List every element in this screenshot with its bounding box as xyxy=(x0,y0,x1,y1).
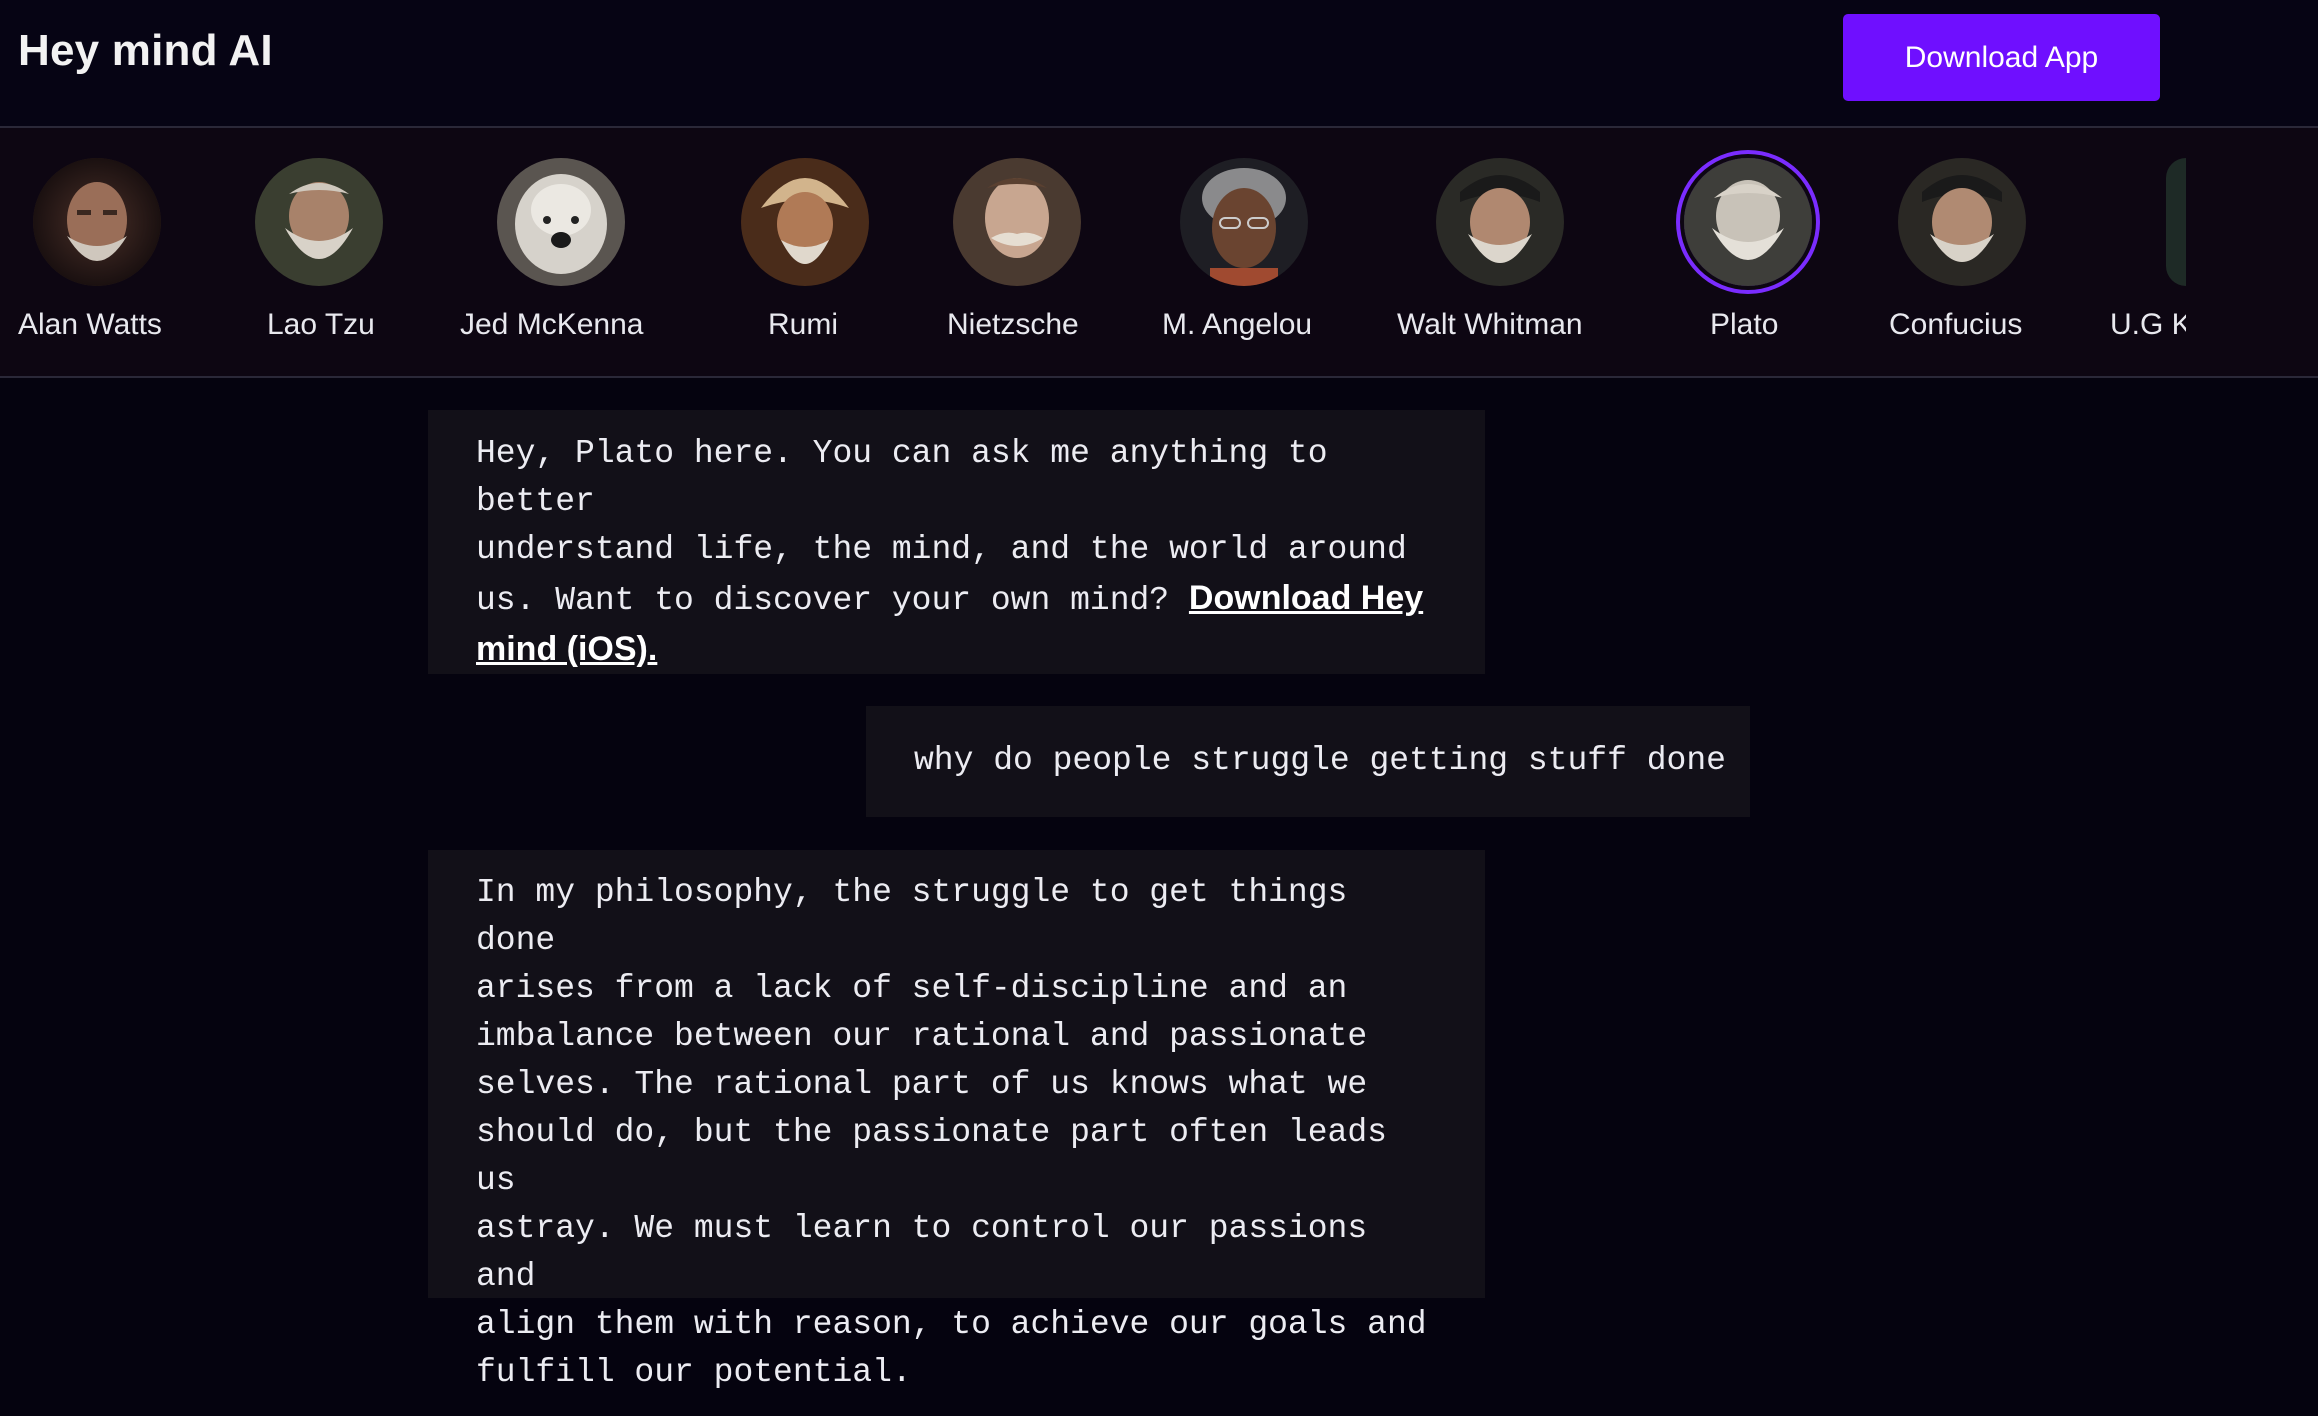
character-walt-whitman[interactable]: Walt Whitman xyxy=(1395,128,1610,376)
character-rumi[interactable]: Rumi xyxy=(735,128,875,376)
character-name: Jed McKenna xyxy=(460,308,644,341)
character-jed-mckenna[interactable]: Jed McKenna xyxy=(455,128,675,376)
character-m-angelou[interactable]: M. Angelou xyxy=(1160,128,1330,376)
portrait-icon xyxy=(1898,158,2026,286)
assistant-message: Hey, Plato here. You can ask me anything… xyxy=(428,410,1485,674)
user-message: why do people struggle getting stuff don… xyxy=(866,706,1750,817)
portrait-icon xyxy=(33,158,161,286)
portrait-icon xyxy=(1684,158,1812,286)
character-plato[interactable]: Plato xyxy=(1680,128,1815,376)
character-name: Confucius xyxy=(1889,308,2023,341)
character-name: U.G K xyxy=(2110,308,2186,341)
download-app-button[interactable]: Download App xyxy=(1843,14,2160,101)
character-nietzsche[interactable]: Nietzsche xyxy=(940,128,1100,376)
app-header: Hey mind AI Download App xyxy=(0,0,2318,128)
character-name: Nietzsche xyxy=(947,308,1079,341)
portrait-icon xyxy=(1180,158,1308,286)
portrait-icon xyxy=(255,158,383,286)
character-alan-watts[interactable]: Alan Watts xyxy=(0,128,190,376)
character-confucius[interactable]: Confucius xyxy=(1885,128,2045,376)
character-name: Lao Tzu xyxy=(267,308,375,341)
character-name: Plato xyxy=(1710,308,1779,341)
app-title: Hey mind AI xyxy=(18,26,273,75)
portrait-icon xyxy=(497,158,625,286)
character-ug-k[interactable]: U.G K xyxy=(2108,128,2186,376)
character-name: Rumi xyxy=(768,308,839,341)
chat-thread: Hey, Plato here. You can ask me anything… xyxy=(0,378,2318,1416)
portrait-icon xyxy=(953,158,1081,286)
character-lao-tzu[interactable]: Lao Tzu xyxy=(240,128,390,376)
character-name: Alan Watts xyxy=(18,308,162,341)
message-text: why do people struggle getting stuff don… xyxy=(914,742,1726,779)
character-name: M. Angelou xyxy=(1162,308,1313,341)
portrait-icon xyxy=(2166,158,2186,286)
portrait-icon xyxy=(1436,158,1564,286)
character-carousel: Alan Watts Lao Tzu Jed McKenna Rumi Niet… xyxy=(0,128,2318,378)
assistant-message: In my philosophy, the struggle to get th… xyxy=(428,850,1485,1391)
message-text: In my philosophy, the struggle to get th… xyxy=(476,874,1427,1391)
character-name: Walt Whitman xyxy=(1397,308,1583,341)
portrait-icon xyxy=(741,158,869,286)
